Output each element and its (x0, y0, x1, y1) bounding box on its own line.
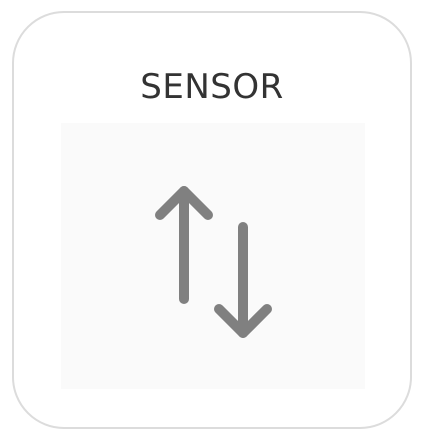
up-down-arrows-icon (155, 186, 272, 338)
sensor-widget-card[interactable]: SENSOR (12, 11, 412, 429)
icon-tile (61, 123, 365, 389)
widget-title: SENSOR (140, 67, 284, 107)
